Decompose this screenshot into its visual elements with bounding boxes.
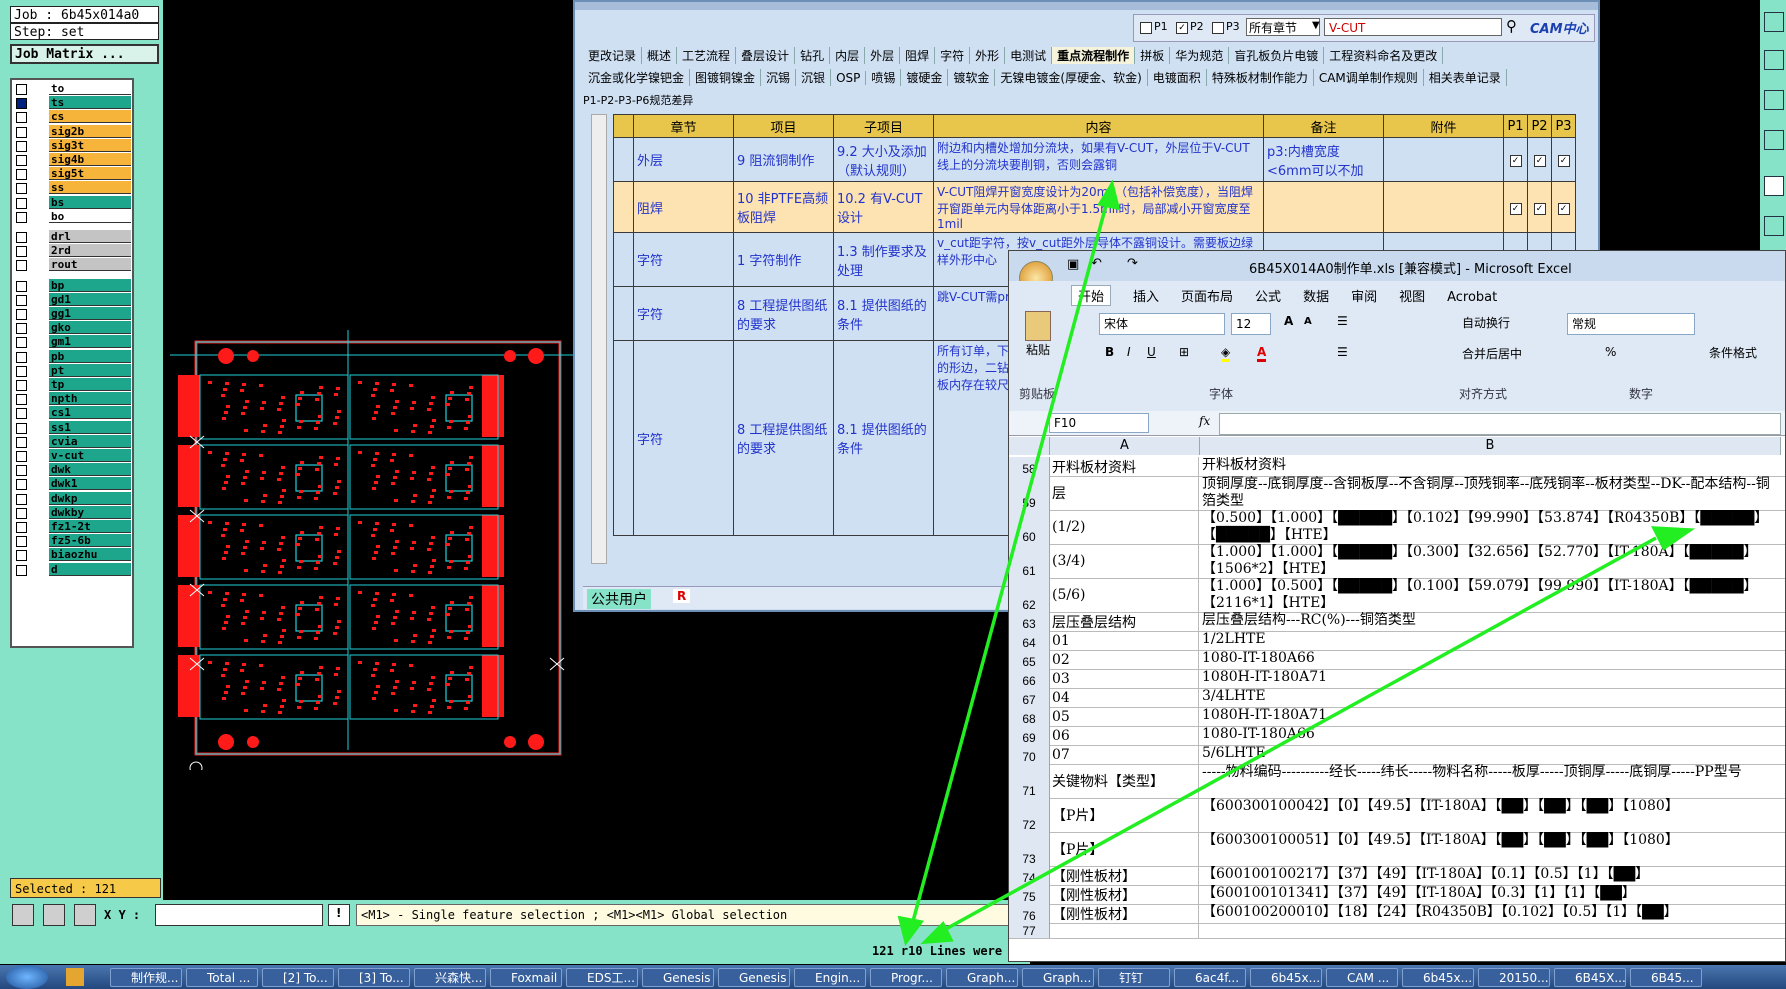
quick-launch-icon[interactable] bbox=[66, 968, 84, 986]
taskbar-item[interactable]: Engin... bbox=[794, 968, 866, 987]
start-button[interactable] bbox=[6, 965, 48, 989]
taskbar-item[interactable]: Progr... bbox=[870, 968, 942, 987]
windows-taskbar: 制作规... Total ... [2] To... [3] To... 兴森快... F… bbox=[0, 965, 1786, 989]
taskbar-item[interactable]: 6B45X... bbox=[1554, 968, 1626, 987]
taskbar-item[interactable]: 兴森快... bbox=[414, 968, 486, 987]
taskbar-item[interactable]: Total ... bbox=[186, 968, 258, 987]
taskbar-item[interactable]: 制作规... bbox=[110, 968, 182, 987]
annotation-arrows bbox=[897, 179, 1696, 946]
taskbar-item[interactable]: Genesis bbox=[642, 968, 714, 987]
taskbar-item[interactable]: [3] To... bbox=[338, 968, 410, 987]
taskbar-item[interactable]: CAM ... bbox=[1326, 968, 1398, 987]
taskbar-item[interactable]: Graph... bbox=[946, 968, 1018, 987]
taskbar-item[interactable]: [2] To... bbox=[262, 968, 334, 987]
taskbar-item[interactable]: Graph... bbox=[1022, 968, 1094, 987]
taskbar-item[interactable]: EDS工... bbox=[566, 968, 638, 987]
taskbar-item[interactable]: 6B45... bbox=[1630, 968, 1702, 987]
taskbar-item[interactable]: Foxmail bbox=[490, 968, 562, 987]
taskbar-item[interactable]: 6ac4f... bbox=[1174, 968, 1246, 987]
taskbar-item[interactable]: Genesis bbox=[718, 968, 790, 987]
taskbar-item[interactable]: 钉钉 bbox=[1098, 968, 1170, 987]
taskbar-item[interactable]: 6b45x... bbox=[1250, 968, 1322, 987]
taskbar-item[interactable]: 20150... bbox=[1478, 968, 1550, 987]
taskbar-item[interactable]: 6b45x... bbox=[1402, 968, 1474, 987]
